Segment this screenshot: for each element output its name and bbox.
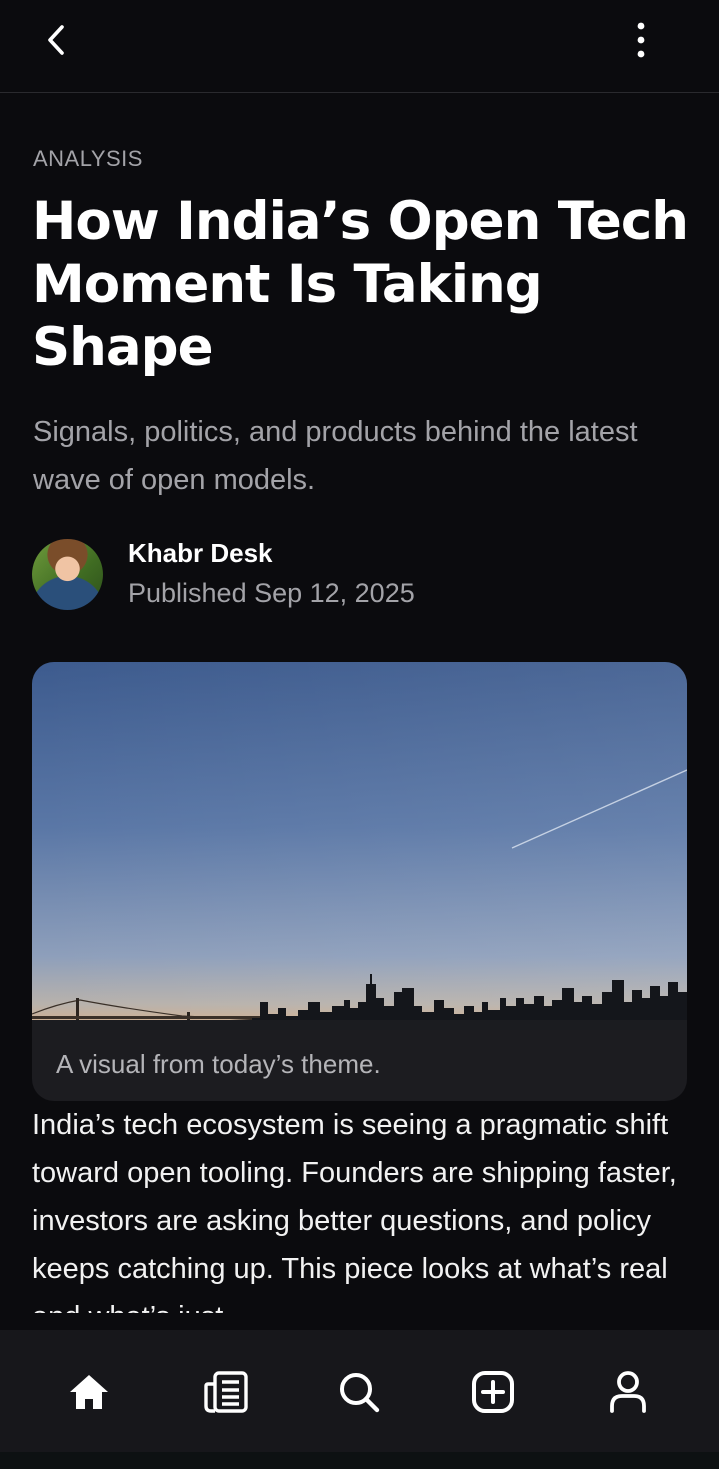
article-figure: A visual from today’s theme. — [32, 662, 687, 1101]
more-vertical-icon — [637, 22, 645, 58]
author-avatar[interactable] — [32, 539, 103, 610]
profile-icon — [610, 1371, 646, 1413]
article-screen: ANALYSIS How India’s Open Tech Moment Is… — [0, 0, 719, 1469]
author-name[interactable]: Khabr Desk — [128, 538, 273, 569]
bottom-navigation — [0, 1324, 719, 1452]
nav-search[interactable] — [327, 1360, 391, 1424]
nav-news[interactable] — [194, 1360, 258, 1424]
article-title: How India’s Open Tech Moment Is Taking S… — [32, 191, 689, 378]
back-button[interactable] — [30, 14, 82, 66]
top-app-bar — [0, 0, 719, 93]
article-body: India’s tech ecosystem is seeing a pragm… — [32, 1109, 677, 1313]
nav-create[interactable] — [461, 1360, 525, 1424]
image-caption: A visual from today’s theme. — [56, 1049, 381, 1079]
more-options-button[interactable] — [615, 14, 667, 66]
byline: Khabr Desk Published Sep 12, 2025 — [32, 534, 682, 614]
home-icon — [70, 1375, 108, 1409]
nav-profile[interactable] — [596, 1360, 660, 1424]
publish-date: Published Sep 12, 2025 — [128, 578, 415, 608]
back-chevron-icon — [48, 25, 64, 55]
search-icon — [340, 1373, 380, 1413]
article-subtitle: Signals, politics, and products behind t… — [33, 416, 638, 496]
add-box-icon — [472, 1371, 514, 1413]
nav-home[interactable] — [57, 1360, 121, 1424]
system-gesture-bar — [0, 1452, 719, 1469]
article-content: ANALYSIS How India’s Open Tech Moment Is… — [0, 94, 719, 1313]
newspaper-icon — [204, 1371, 248, 1413]
article-category: ANALYSIS — [33, 146, 143, 171]
hero-image — [32, 662, 687, 1030]
